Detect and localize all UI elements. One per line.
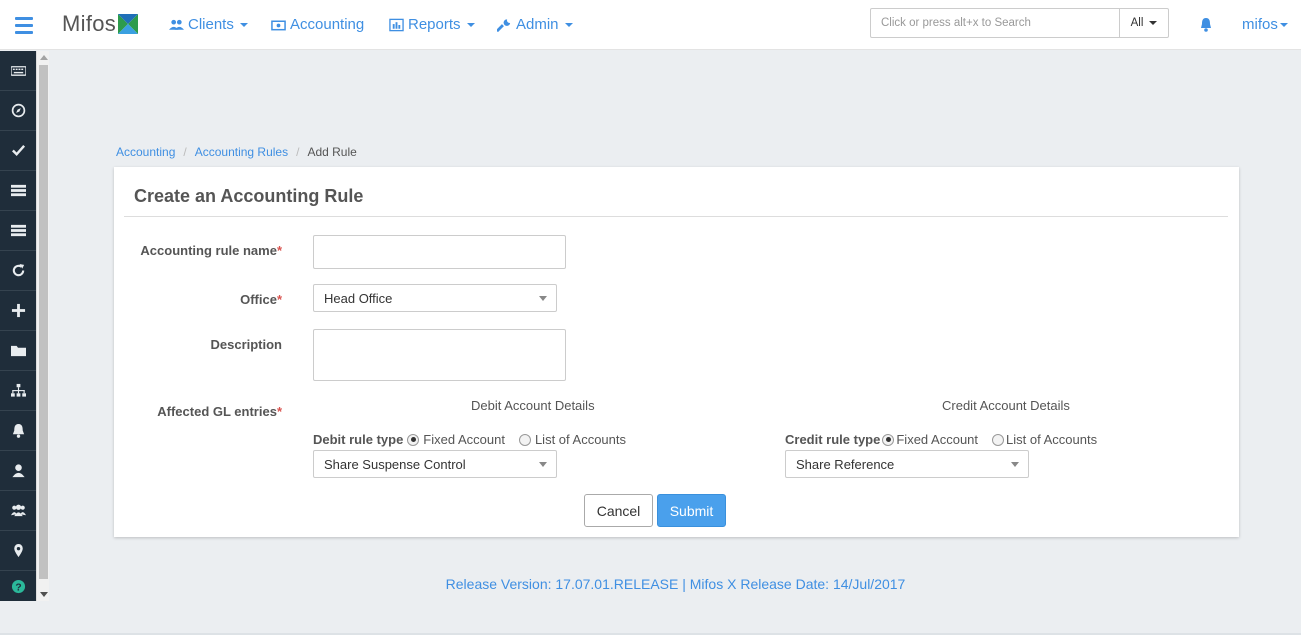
- search-scope-value: All: [1130, 17, 1144, 29]
- chevron-down-icon: [1011, 462, 1019, 467]
- nav-clients[interactable]: Clients: [169, 16, 248, 33]
- user-menu[interactable]: mifos: [1242, 16, 1288, 33]
- chevron-down-icon: [239, 22, 248, 27]
- money-icon: [271, 20, 286, 30]
- sidebar-scrollbar[interactable]: [36, 51, 49, 601]
- chevron-down-icon: [466, 22, 475, 27]
- credit-account-value: Share Reference: [796, 456, 895, 472]
- refresh-icon: [12, 263, 24, 277]
- brand-logo[interactable]: Mifos: [62, 11, 139, 37]
- search-input[interactable]: [870, 8, 1120, 38]
- nav-admin[interactable]: Admin: [497, 16, 573, 33]
- debit-fixed-account-option[interactable]: Fixed Account: [407, 432, 505, 447]
- debit-account-select[interactable]: Share Suspense Control: [313, 450, 557, 478]
- rule-name-input[interactable]: [313, 235, 566, 269]
- sidebar: ?: [0, 51, 36, 601]
- sidebar-item-groups[interactable]: [0, 491, 36, 531]
- sidebar-item-alerts[interactable]: [0, 411, 36, 451]
- sidebar-item-hierarchy[interactable]: [0, 371, 36, 411]
- users-icon: [10, 504, 26, 517]
- debit-account-value: Share Suspense Control: [324, 456, 466, 472]
- mifos-x-logo-icon: [118, 14, 139, 34]
- nav-clients-label: Clients: [188, 16, 234, 33]
- scrollbar-thumb[interactable]: [39, 65, 48, 579]
- office-select-value: Head Office: [324, 290, 393, 306]
- plus-icon: [11, 303, 25, 318]
- check-icon: [11, 145, 25, 157]
- sidebar-item-documents[interactable]: [0, 331, 36, 371]
- divider: [124, 216, 1228, 217]
- affected-gl-label: Affected GL entries*: [157, 404, 282, 419]
- description-label: Description: [210, 337, 282, 352]
- debit-list-accounts-option[interactable]: List of Accounts: [518, 432, 626, 447]
- breadcrumb-accounting-rules[interactable]: Accounting Rules: [195, 145, 288, 159]
- wrench-icon: [497, 18, 511, 32]
- sidebar-item-user[interactable]: [0, 451, 36, 491]
- credit-fixed-account-option[interactable]: Fixed Account: [882, 432, 978, 447]
- office-select[interactable]: Head Office: [313, 284, 557, 312]
- hamburger-icon: [15, 16, 33, 20]
- nav-reports[interactable]: Reports: [389, 16, 475, 33]
- notifications-bell-icon[interactable]: [1199, 17, 1213, 32]
- rule-name-label: Accounting rule name*: [140, 243, 282, 258]
- debit-list-radio[interactable]: [518, 433, 531, 446]
- debit-rule-type: Debit rule type Fixed Account List of Ac…: [313, 432, 640, 447]
- folder-icon: [10, 345, 26, 357]
- debit-fixed-radio[interactable]: [407, 433, 420, 446]
- credit-heading: Credit Account Details: [942, 398, 1070, 413]
- chevron-down-icon: [539, 462, 547, 467]
- user-name: mifos: [1242, 16, 1278, 33]
- debit-rule-type-label: Debit rule type: [313, 432, 404, 447]
- scroll-up-arrow-icon[interactable]: [40, 55, 48, 60]
- breadcrumb-current: Add Rule: [307, 145, 357, 159]
- sidebar-item-journal[interactable]: [0, 211, 36, 251]
- sidebar-item-refresh[interactable]: [0, 251, 36, 291]
- release-footer: Release Version: 17.07.01.RELEASE | Mifo…: [445, 576, 906, 592]
- nav-accounting-label: Accounting: [290, 16, 365, 33]
- chevron-down-icon: [1149, 21, 1158, 25]
- bell-icon: [12, 423, 24, 438]
- sidebar-item-location[interactable]: [0, 531, 36, 571]
- nav-admin-label: Admin: [516, 16, 559, 33]
- cancel-button[interactable]: Cancel: [584, 494, 653, 527]
- credit-rule-type: Credit rule type Fixed Account List of A…: [785, 432, 1111, 447]
- users-icon: [169, 19, 184, 30]
- chevron-down-icon: [564, 22, 573, 27]
- chevron-down-icon: [1279, 22, 1288, 27]
- debit-heading: Debit Account Details: [471, 398, 595, 413]
- keyboard-icon: [10, 66, 26, 76]
- nav-reports-label: Reports: [408, 16, 461, 33]
- breadcrumb-accounting[interactable]: Accounting: [116, 145, 175, 159]
- credit-account-select[interactable]: Share Reference: [785, 450, 1029, 478]
- submit-button[interactable]: Submit: [657, 494, 726, 527]
- sidebar-item-keyboard[interactable]: [0, 51, 36, 91]
- brand-name: Mifos: [62, 11, 117, 36]
- top-navbar: Mifos Clients Accounting Reports Admin A…: [0, 0, 1301, 50]
- page-title: Create an Accounting Rule: [134, 186, 364, 206]
- scroll-down-arrow-icon[interactable]: [40, 592, 48, 597]
- user-icon: [11, 464, 25, 478]
- server-icon: [10, 224, 26, 237]
- server-icon: [10, 184, 26, 197]
- map-marker-icon: [13, 543, 23, 558]
- office-label: Office*: [240, 292, 282, 307]
- sidebar-item-navigation[interactable]: [0, 91, 36, 131]
- menu-toggle-button[interactable]: [0, 0, 48, 50]
- nav-accounting[interactable]: Accounting: [271, 16, 364, 33]
- breadcrumb: Accounting / Accounting Rules / Add Rule: [116, 145, 357, 159]
- search-scope-select[interactable]: All: [1119, 8, 1169, 38]
- description-textarea[interactable]: [313, 329, 566, 381]
- sidebar-item-checker[interactable]: [0, 131, 36, 171]
- credit-list-accounts-option[interactable]: List of Accounts: [992, 432, 1097, 447]
- credit-list-radio[interactable]: [992, 433, 1005, 446]
- compass-icon: [11, 103, 25, 118]
- credit-rule-type-label: Credit rule type: [785, 432, 881, 447]
- sidebar-item-add[interactable]: [0, 291, 36, 331]
- sidebar-item-tasks[interactable]: [0, 171, 36, 211]
- sitemap-icon: [10, 383, 26, 397]
- create-rule-panel: Create an Accounting Rule Accounting rul…: [114, 167, 1239, 537]
- chevron-down-icon: [539, 296, 547, 301]
- credit-fixed-radio[interactable]: [882, 433, 895, 446]
- bar-chart-icon: [389, 18, 404, 31]
